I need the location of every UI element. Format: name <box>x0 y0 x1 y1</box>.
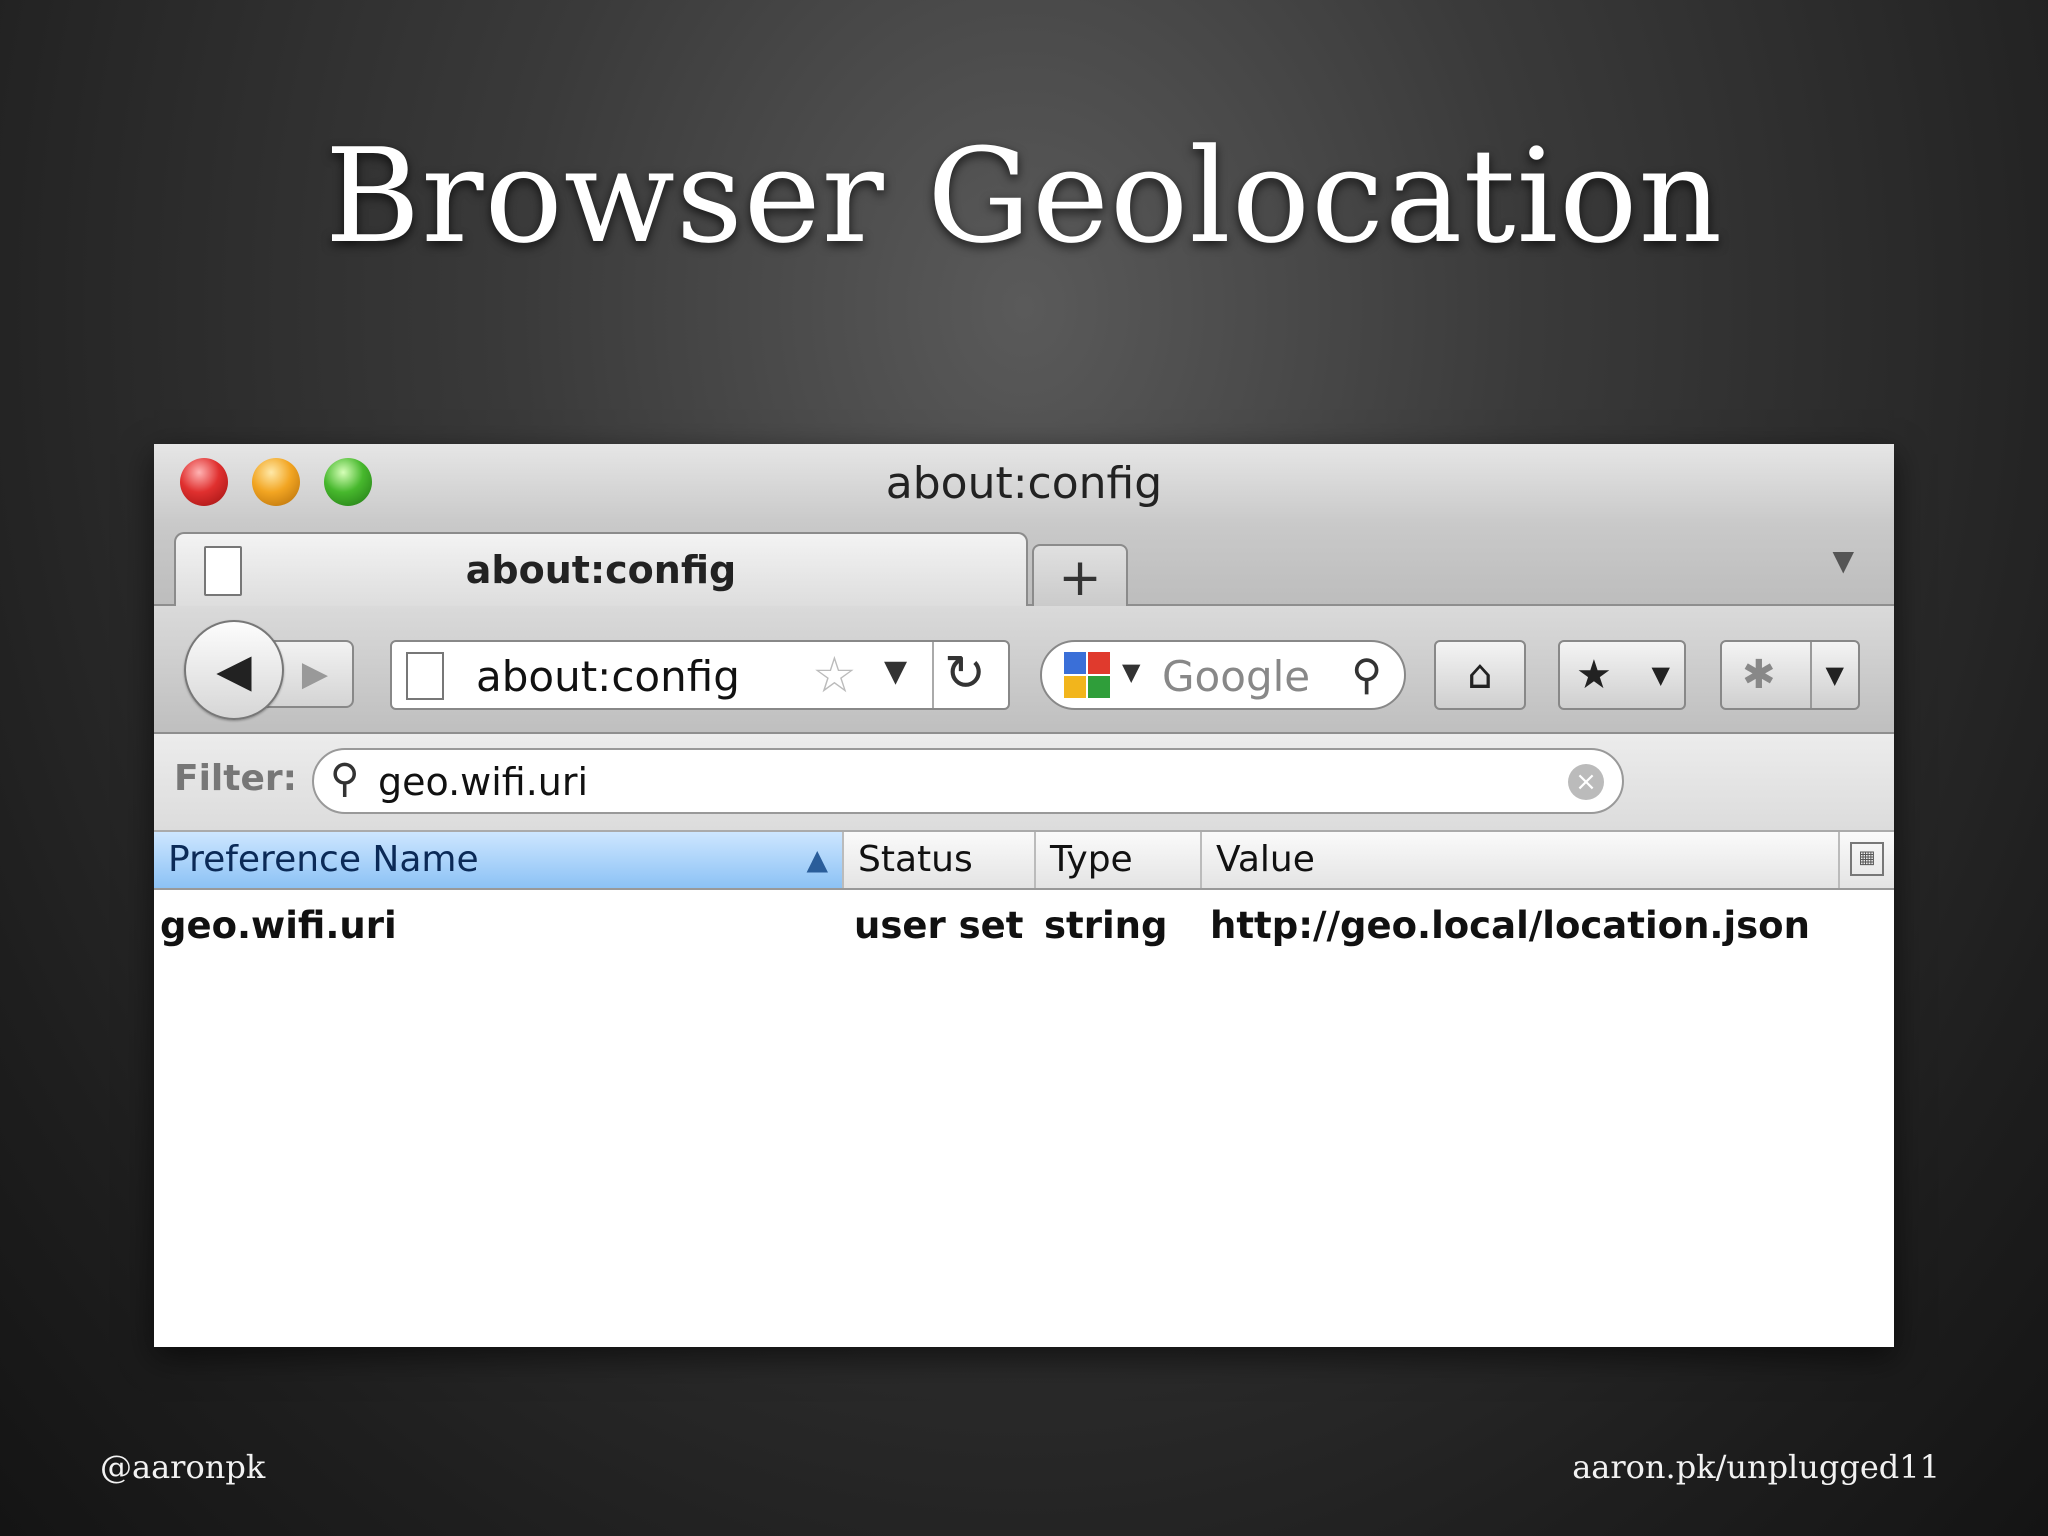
filter-input[interactable]: ⚲ geo.wifi.uri × <box>312 748 1624 814</box>
column-type[interactable]: Type <box>1036 832 1202 888</box>
url-text[interactable]: about:config <box>476 652 740 701</box>
column-value[interactable]: Value <box>1202 832 1840 888</box>
addon-button[interactable]: ✱ ▼ <box>1720 640 1860 710</box>
addon-icon: ✱ <box>1742 652 1776 698</box>
clear-filter-icon[interactable]: × <box>1568 764 1604 800</box>
table-row[interactable]: geo.wifi.uri user set string http://geo.… <box>154 896 1894 952</box>
pref-status-cell: user set <box>854 904 1024 947</box>
filter-value[interactable]: geo.wifi.uri <box>378 760 588 804</box>
search-icon: ⚲ <box>330 756 360 802</box>
addon-dropdown-icon: ▼ <box>1825 661 1844 689</box>
url-separator <box>932 642 934 708</box>
forward-arrow-icon: ▶ <box>301 654 328 694</box>
home-button[interactable]: ⌂ <box>1434 640 1526 710</box>
tab-label: about:config <box>465 548 737 592</box>
search-engine-name[interactable]: Google <box>1162 652 1310 701</box>
footer-handle: @aaronpk <box>100 1448 266 1486</box>
column-status[interactable]: Status <box>844 832 1036 888</box>
table-header: Preference Name ▲ Status Type Value ▦ <box>154 832 1894 890</box>
column-label: Status <box>858 839 973 880</box>
sort-ascending-icon: ▲ <box>806 843 828 876</box>
pref-name-cell: geo.wifi.uri <box>160 904 397 947</box>
search-icon[interactable]: ⚲ <box>1351 650 1382 699</box>
slide-title: Browser Geolocation <box>324 120 1724 272</box>
bookmarks-button[interactable]: ★ ▼ <box>1558 640 1686 710</box>
pref-type-cell: string <box>1044 904 1168 947</box>
new-tab-button[interactable]: + <box>1032 544 1128 610</box>
tab-strip: about:config + ▼ <box>154 524 1894 610</box>
column-picker-icon[interactable]: ▦ <box>1850 842 1884 876</box>
titlebar: about:config <box>154 444 1894 524</box>
filter-label: Filter: <box>174 758 298 799</box>
home-icon: ⌂ <box>1467 652 1493 698</box>
pref-value-cell: http://geo.local/location.json <box>1210 904 1810 947</box>
url-history-dropdown-icon[interactable]: ▼ <box>884 654 907 689</box>
search-bar[interactable]: ▼ Google ⚲ <box>1040 640 1406 710</box>
column-preference-name[interactable]: Preference Name ▲ <box>154 832 844 888</box>
column-label: Type <box>1050 839 1133 880</box>
footer-url: aaron.pk/unplugged11 <box>1572 1448 1940 1486</box>
bookmarks-dropdown-icon: ▼ <box>1651 661 1670 689</box>
navigation-toolbar: ▶ ◀ about:config ☆ ▼ ↻ ▼ Google ⚲ ⌂ ★ ▼ <box>154 606 1894 734</box>
bookmarks-icon: ★ <box>1576 652 1612 698</box>
bookmark-star-icon[interactable]: ☆ <box>812 646 857 704</box>
tab-about-config[interactable]: about:config <box>174 532 1028 610</box>
browser-window: about:config about:config + ▼ ▶ ◀ about:… <box>154 444 1894 1347</box>
addon-split <box>1810 642 1812 708</box>
back-button[interactable]: ◀ <box>184 620 284 720</box>
reload-icon[interactable]: ↻ <box>944 644 986 702</box>
page-icon <box>406 652 444 700</box>
tab-list-dropdown-icon[interactable]: ▼ <box>1832 544 1854 577</box>
column-label: Value <box>1216 839 1315 880</box>
google-logo-icon[interactable] <box>1062 650 1114 702</box>
search-engine-dropdown-icon[interactable]: ▼ <box>1122 658 1140 686</box>
filter-bar: Filter: ⚲ geo.wifi.uri × <box>154 734 1894 832</box>
url-bar[interactable]: about:config ☆ ▼ ↻ <box>390 640 1010 710</box>
window-title: about:config <box>885 458 1163 509</box>
column-label: Preference Name <box>168 839 479 880</box>
back-arrow-icon: ◀ <box>216 643 252 697</box>
